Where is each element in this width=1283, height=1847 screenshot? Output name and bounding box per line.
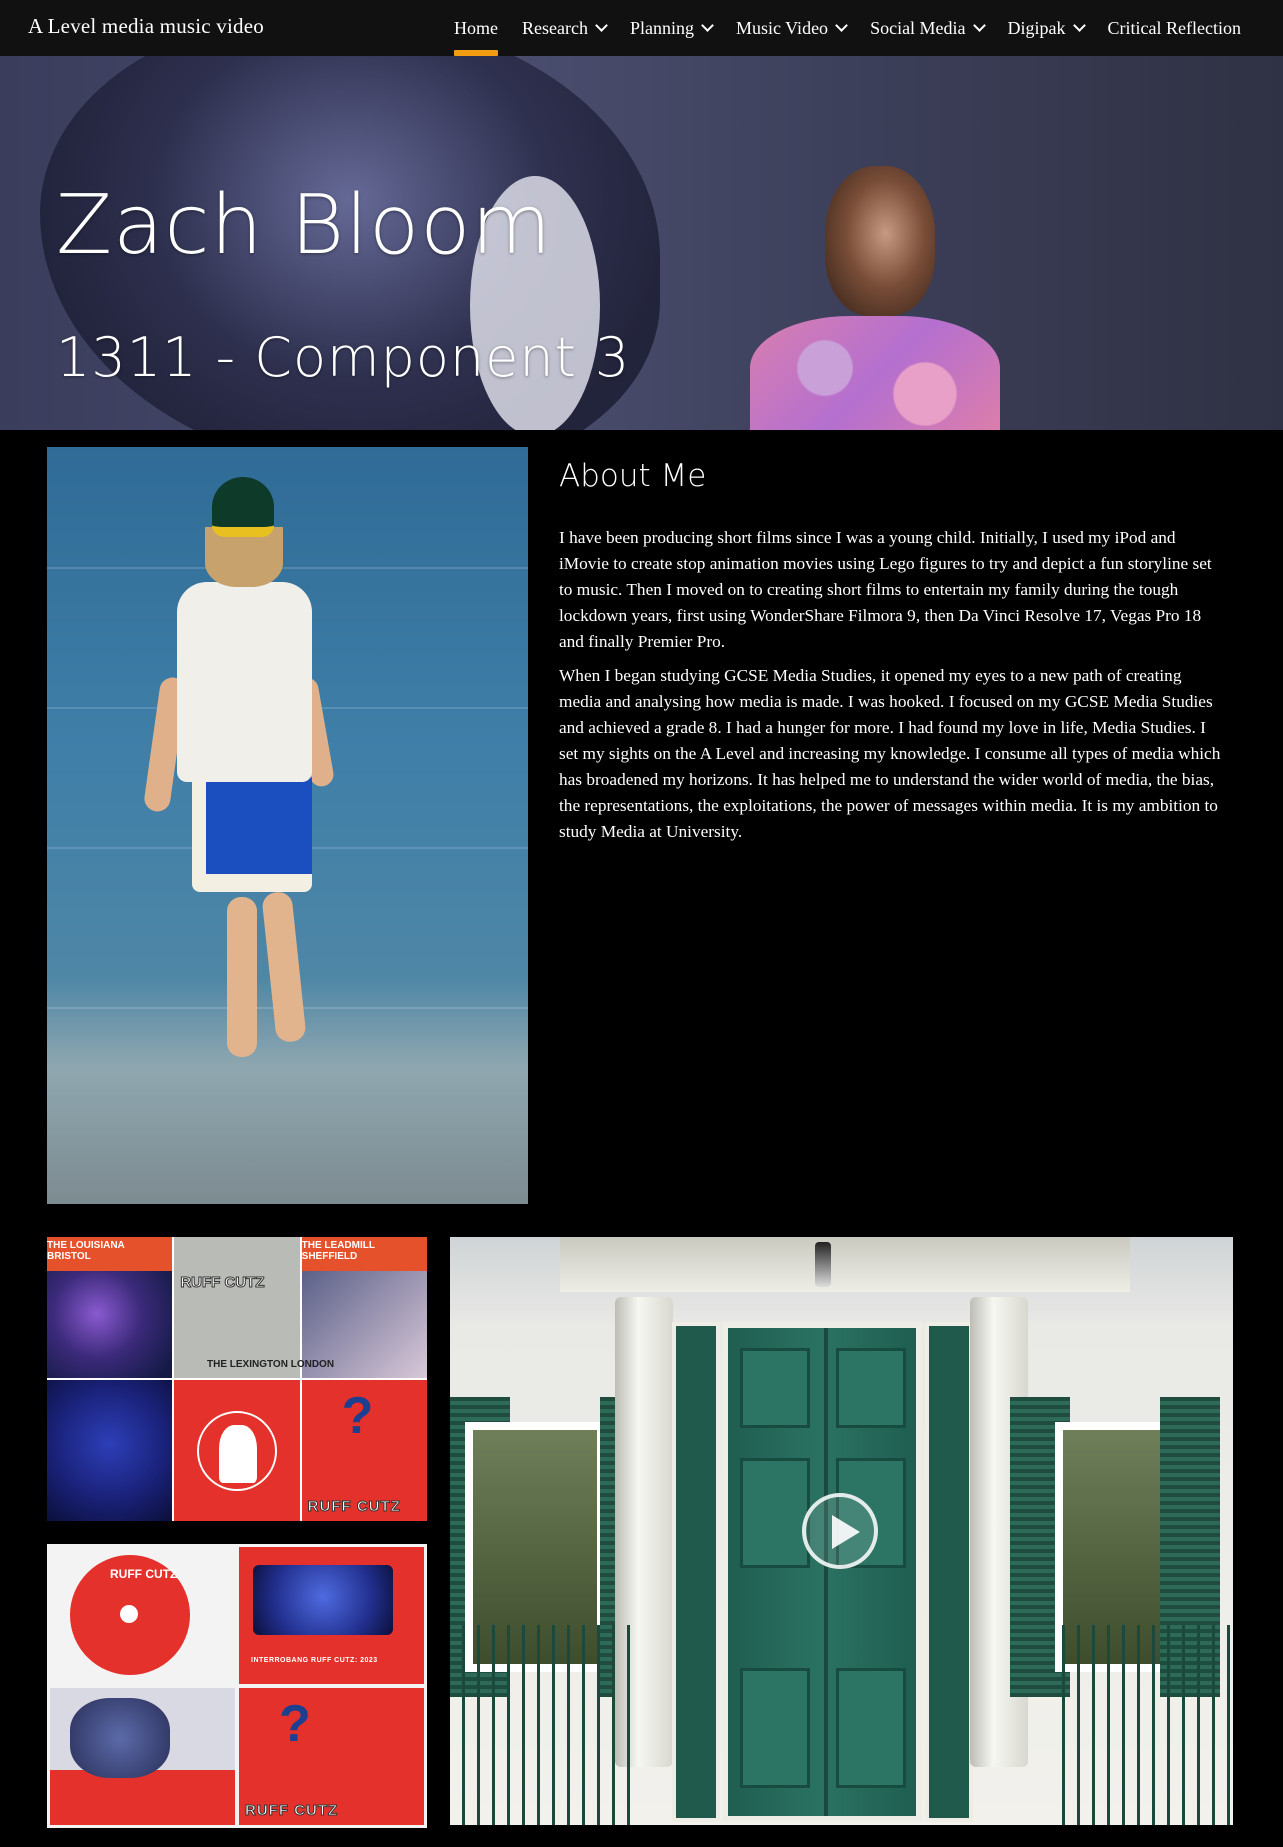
door-panel xyxy=(740,1348,810,1428)
nav-research-label: Research xyxy=(521,17,588,38)
poster-band-label: RUFF CUTZ xyxy=(180,1274,265,1291)
lamp-fixture xyxy=(815,1242,831,1287)
poster-tile: THE LOUISIANA BRISTOL xyxy=(47,1237,173,1378)
person-cap xyxy=(212,477,274,537)
nav-social-media-label: Social Media xyxy=(870,17,966,38)
nav-planning[interactable]: Planning xyxy=(618,0,724,56)
nav-music-video[interactable]: Music Video xyxy=(724,0,858,56)
person-shirt xyxy=(177,582,312,782)
poster-venue-label: THE LEADMILL SHEFFIELD xyxy=(301,1240,375,1262)
drummer-photo xyxy=(253,1565,393,1635)
door-panel xyxy=(740,1458,810,1568)
nav-research[interactable]: Research xyxy=(510,0,618,56)
digipak-image[interactable]: RUFF CUTZ INTERROBANG RUFF CUTZ: 2023 ? … xyxy=(47,1544,427,1828)
nav-music-video-label: Music Video xyxy=(735,17,829,38)
guitarist-silhouette-icon xyxy=(196,1410,277,1491)
play-icon[interactable] xyxy=(802,1493,878,1569)
stage-photo xyxy=(47,1270,173,1378)
top-navigation: A Level media music video Home Research … xyxy=(0,0,1283,56)
person-leg xyxy=(261,890,307,1044)
poster-venue-label: THE LEXINGTON LONDON xyxy=(207,1359,335,1370)
interrobang-icon: ? xyxy=(341,1387,374,1445)
social-media-posters-image[interactable]: THE LOUISIANA BRISTOL RUFF CUTZ THE LEAD… xyxy=(47,1237,427,1521)
digipak-panel: ? RUFF CUTZ xyxy=(239,1688,424,1825)
chevron-down-icon xyxy=(701,19,714,32)
poster-tile xyxy=(47,1380,173,1521)
about-heading: About Me xyxy=(559,458,707,494)
nav-digipak[interactable]: Digipak xyxy=(996,0,1096,56)
site-title[interactable]: A Level media music video xyxy=(28,14,264,39)
building-pediment xyxy=(560,1237,1130,1292)
interrobang-icon: ? xyxy=(279,1695,311,1753)
about-photo xyxy=(47,447,528,1204)
digipak-panel: INTERROBANG RUFF CUTZ: 2023 xyxy=(239,1547,424,1684)
digipak-panel: RUFF CUTZ xyxy=(50,1547,235,1684)
door-panel xyxy=(836,1668,906,1788)
poster-tile: ? RUFF CUTZ xyxy=(301,1380,427,1521)
hero-person-image xyxy=(750,166,1000,430)
chevron-down-icon xyxy=(972,19,986,32)
about-paragraph: I have been producing short films since … xyxy=(559,528,1212,651)
nav-critical-reflection-label: Critical Reflection xyxy=(1107,17,1241,38)
chevron-down-icon xyxy=(835,19,848,32)
nav-home-label: Home xyxy=(453,17,498,38)
poster-band-label: RUFF CUTZ xyxy=(307,1498,401,1516)
main-menu: Home Research Planning Music Video Socia… xyxy=(442,0,1253,56)
hero-title: Zach Bloom xyxy=(56,178,553,273)
door-sidelight xyxy=(925,1322,973,1822)
poster-venue-label: THE LOUISIANA BRISTOL xyxy=(47,1240,125,1262)
digipak-band-label: RUFF CUTZ xyxy=(244,1802,339,1820)
hero-banner: Zach Bloom 1311 - Component 3 xyxy=(0,56,1283,430)
stair-railing xyxy=(450,1625,630,1825)
music-video-player[interactable] xyxy=(450,1237,1233,1825)
digipak-panel xyxy=(50,1688,235,1825)
nav-digipak-label: Digipak xyxy=(1007,17,1066,38)
hero-person-shirt xyxy=(750,316,1000,430)
about-text: I have been producing short films since … xyxy=(559,525,1224,853)
about-paragraph: When I began studying GCSE Media Studies… xyxy=(559,666,1221,841)
person-shorts xyxy=(192,772,312,892)
door-sidelight xyxy=(672,1322,720,1822)
hero-person-head xyxy=(825,166,935,316)
nav-critical-reflection[interactable]: Critical Reflection xyxy=(1096,0,1253,56)
person-in-water xyxy=(142,477,387,1157)
hair-photo xyxy=(70,1698,170,1778)
poster-tile: THE LEADMILL SHEFFIELD xyxy=(301,1237,427,1378)
poster-tile xyxy=(174,1380,300,1521)
cd-label: RUFF CUTZ xyxy=(110,1567,178,1581)
door-panel xyxy=(740,1668,810,1788)
nav-home[interactable]: Home xyxy=(442,0,510,56)
stair-railing xyxy=(1050,1625,1230,1825)
door-panel xyxy=(836,1348,906,1428)
nav-planning-label: Planning xyxy=(629,17,694,38)
front-door xyxy=(722,1322,922,1822)
digipak-title-label: INTERROBANG RUFF CUTZ: 2023 xyxy=(251,1657,378,1664)
chevron-down-icon xyxy=(1072,19,1086,32)
person-leg xyxy=(227,897,257,1057)
poster-tile: RUFF CUTZ xyxy=(174,1237,300,1378)
chevron-down-icon xyxy=(595,19,608,32)
nav-social-media[interactable]: Social Media xyxy=(858,0,995,56)
hero-subtitle: 1311 - Component 3 xyxy=(56,326,631,389)
